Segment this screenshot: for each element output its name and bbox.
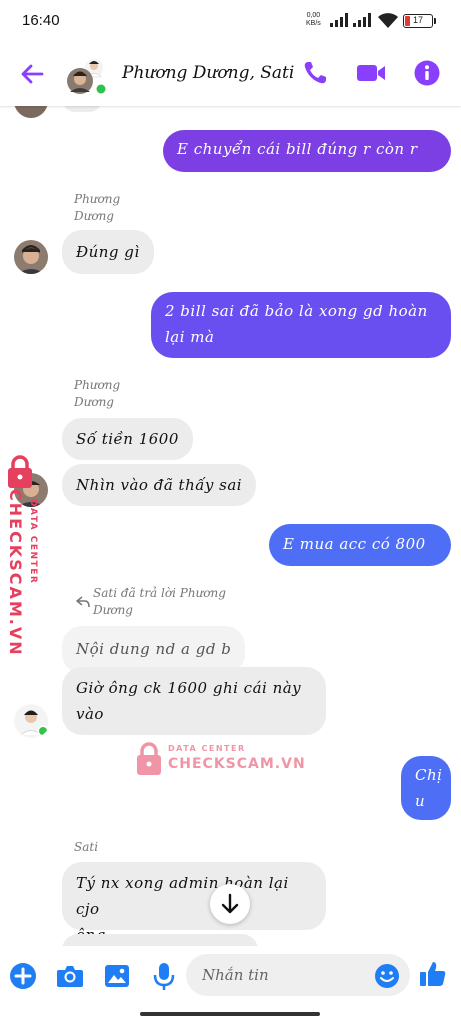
home-indicator[interactable] [140,1012,320,1016]
outgoing-message[interactable]: E chuyển cái bill đúng r còn r [163,130,451,172]
lock-icon [8,455,32,488]
incoming-message[interactable]: Giờ ông ck 1600 ghi cái này vào [62,667,326,735]
message-text-line: lại mà [165,328,215,346]
network-speed-unit: KB/s [306,20,321,27]
sender-name-line: Phương [74,378,121,392]
quoted-text: Nội dung nd a gd b [76,640,232,658]
avatar-sati[interactable] [14,704,50,738]
avatar-phuong-duong [14,106,48,118]
group-avatar[interactable] [64,56,108,96]
microphone-icon[interactable] [149,961,179,991]
add-circle-icon[interactable] [8,961,38,991]
info-icon[interactable] [412,58,442,88]
emoji-icon[interactable] [374,963,400,989]
reply-header-line: Dương [93,603,133,617]
message-text-line: u [415,792,426,810]
sender-name-line: Dương [74,209,114,223]
message-text: Số tiền 1600 [76,430,179,448]
lock-icon [137,742,161,775]
battery-level: 17 [412,15,423,25]
chat-header: Phương Dương, Sati [0,44,461,106]
sender-name: Phương Dương [74,191,120,225]
video-camera-icon[interactable] [355,58,387,88]
status-time: 16:40 [22,12,60,29]
reply-arrow-icon [76,596,90,608]
outgoing-message[interactable]: Chị u [401,756,451,820]
watermark-brand: CHECKSCAM.VN [168,756,306,772]
avatar-phuong-duong[interactable] [14,240,48,274]
wifi-icon [378,13,398,28]
network-speed-value: 0,00 [306,12,321,19]
message-bubble-partial [62,934,258,946]
image-icon[interactable] [102,961,132,991]
network-speed: 0,00 KB/s [306,12,321,28]
watermark-vertical: CHECKSCAM.VN DATA CENTER [0,455,60,657]
incoming-message[interactable]: Đúng gì [62,230,154,274]
message-composer [0,946,461,1006]
message-list[interactable]: E chuyển cái bill đúng r còn r Phương Dư… [0,106,461,946]
phone-icon[interactable] [300,58,330,88]
message-text-line: vào [76,705,104,723]
camera-icon[interactable] [55,961,85,991]
thumbs-up-icon[interactable] [418,959,448,989]
watermark-subtitle: DATA CENTER [28,499,38,585]
message-text: Nhìn vào đã thấy sai [76,476,243,494]
message-text-line: Giờ ông ck 1600 ghi cái này [76,679,302,697]
watermark-brand: CHECKSCAM.VN [6,489,25,657]
message-text: Đúng gì [76,243,140,261]
incoming-message[interactable]: Nhìn vào đã thấy sai [62,464,257,506]
message-text-line: Chị [415,766,443,784]
back-arrow-icon[interactable] [18,60,46,88]
message-text-line: 2 bill sai đã bảo là xong gd hoàn [165,302,428,320]
sender-name-line: Dương [74,395,114,409]
message-text-line: Tý nx xong admin hoàn lại cjo [76,874,289,918]
sender-name: Sati [74,839,98,856]
sender-name-line: Sati [74,840,99,854]
message-text: E chuyển cái bill đúng r còn r [177,140,418,158]
incoming-message[interactable]: Tý nx xong admin hoàn lại cjo ông [62,862,326,944]
message-text: E mua acc có 800 [283,535,426,553]
watermark-center: DATA CENTER CHECKSCAM.VN [135,740,305,780]
reply-header: Sati đã trả lời Phương Dương [93,585,226,619]
signal-icon-2 [353,13,371,27]
sender-name-line: Phương [74,192,121,206]
signal-icon [330,13,348,27]
conversation-title[interactable]: Phương Dương, Sati [122,63,294,83]
message-bubble-partial [62,106,102,112]
incoming-message[interactable]: Số tiền 1600 [62,418,193,460]
outgoing-message[interactable]: 2 bill sai đã bảo là xong gd hoàn lại mà [151,292,451,358]
reply-header-line: Sati đã trả lời Phương [93,586,226,600]
sender-name: Phương Dương [74,377,120,411]
scroll-to-bottom-button[interactable] [210,884,250,924]
watermark-subtitle: DATA CENTER [168,744,246,753]
battery-icon: 17 [403,14,433,28]
outgoing-message[interactable]: E mua acc có 800 [269,524,451,566]
status-bar: 16:40 0,00 KB/s 17 [0,0,461,44]
